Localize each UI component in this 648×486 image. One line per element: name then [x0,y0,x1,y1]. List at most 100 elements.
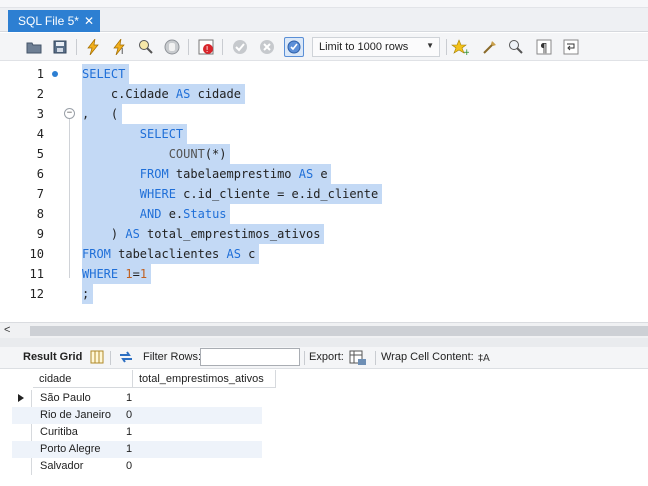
scroll-left-icon[interactable]: < [4,324,10,336]
code-token: tabelaclientes [110,247,227,261]
code-line[interactable]: WHERE 1=1 [82,264,151,284]
commit-icon[interactable] [230,37,250,57]
code-token: e. [161,207,184,221]
execute-icon[interactable] [83,37,103,57]
code-line[interactable]: c.Cidade AS cidade [82,84,245,104]
toolbar-separator [304,351,305,365]
table-row[interactable]: Curitiba 1 [12,424,262,441]
fold-toggle-icon[interactable]: − [64,108,75,119]
result-toolbar: Result Grid Filter Rows: Export: Wrap Ce… [0,347,648,369]
cell-cidade[interactable]: São Paulo [40,390,91,407]
sql-keyword: WHERE [82,267,119,281]
sql-keyword: AND [139,207,162,221]
sql-editor-toolbar: I ! Limit to 1000 rows ▼ + ¶ [0,33,648,61]
cell-cidade[interactable]: Salvador [40,458,83,475]
editor-tab-strip: SQL File 5* ✕ [0,0,648,32]
code-line[interactable]: WHERE c.id_cliente = e.id_cliente [82,184,382,204]
chevron-down-icon: ▼ [426,41,434,50]
sql-function: COUNT [168,147,205,161]
line-number: 2 [0,84,60,104]
line-number: 5 [0,144,60,164]
cell-total-emprestimos-ativos[interactable]: 1 [126,390,132,407]
autocommit-icon[interactable] [284,37,304,57]
sql-keyword: AS [175,87,191,101]
code-token: c [240,247,256,261]
table-row[interactable]: Porto Alegre 1 [12,441,262,458]
code-token: total_emprestimos_ativos [139,227,321,241]
rollback-icon[interactable] [257,37,277,57]
svg-text:!: ! [206,45,209,54]
table-row[interactable]: Rio de Janeiro 0 [12,407,262,424]
code-token: = [132,267,140,281]
svg-text:‡A: ‡A [478,353,490,364]
line-number-text: 2 [36,87,44,101]
stop-icon[interactable] [162,37,182,57]
sql-keyword: SELECT [139,127,184,141]
code-line[interactable]: COUNT(*) [82,144,230,164]
export-icon[interactable] [349,350,367,369]
close-icon[interactable]: ✕ [84,14,94,28]
line-number-text: 6 [36,167,44,181]
refresh-icon[interactable] [118,350,134,367]
column-header-cidade[interactable]: cidade [33,370,133,388]
tab-sql-file-5[interactable]: SQL File 5* ✕ [8,10,100,32]
line-number-text: 12 [29,287,44,301]
window-top-edge [0,0,648,8]
code-line[interactable]: FROM tabelaemprestimo AS e [82,164,331,184]
sql-keyword: AS [125,227,140,241]
cell-cidade[interactable]: Curitiba [40,424,78,441]
find-icon[interactable] [506,37,526,57]
column-header-total-emprestimos-ativos[interactable]: total_emprestimos_ativos [133,370,276,388]
invisible-chars-icon[interactable]: ¶ [534,37,554,57]
line-number: 12 [0,284,60,304]
toggle-error-icon[interactable]: ! [196,37,216,57]
code-line[interactable]: FROM tabelaclientes AS c [82,244,259,264]
limit-rows-select[interactable]: Limit to 1000 rows ▼ [312,37,440,57]
result-grid-label[interactable]: Result Grid [23,351,82,363]
wrap-cell-icon[interactable]: ‡A [477,350,491,367]
open-folder-icon[interactable] [24,37,44,57]
code-token: (*) [204,147,227,161]
code-token: 1 [125,267,133,281]
code-line[interactable]: ) AS total_emprestimos_ativos [82,224,324,244]
grid-view-icon[interactable] [90,350,104,367]
save-icon[interactable] [50,37,70,57]
svg-text:+: + [463,48,469,55]
fold-guide [69,118,70,278]
line-number-text: 5 [36,147,44,161]
wrap-icon[interactable] [561,37,581,57]
cell-cidade[interactable]: Porto Alegre [40,441,101,458]
filter-rows-input[interactable] [200,348,300,366]
cell-total-emprestimos-ativos[interactable]: 0 [126,458,132,475]
beautify-icon[interactable] [480,37,500,57]
current-statement-marker [52,71,58,77]
sql-editor[interactable]: 1 SELECT 2 c.Cidade AS cidade 3 −, ( 4 SELECT… [0,62,648,322]
code-line[interactable]: SELECT [82,64,129,84]
cell-cidade[interactable]: Rio de Janeiro [40,407,111,424]
table-row[interactable]: São Paulo 1 [12,390,262,407]
table-row[interactable]: Salvador 0 [12,458,262,475]
code-token: tabelaemprestimo [168,167,299,181]
code-line[interactable]: SELECT [82,124,187,144]
line-number-text: 3 [36,107,44,121]
scrollbar-thumb[interactable] [30,326,648,336]
line-number: 4 [0,124,60,144]
sql-keyword: AS [226,247,241,261]
line-number: 10 [0,244,60,264]
toolbar-separator [188,39,189,55]
cell-total-emprestimos-ativos[interactable]: 1 [126,441,132,458]
execute-current-icon[interactable]: I [110,37,130,57]
cell-total-emprestimos-ativos[interactable]: 0 [126,407,132,424]
line-number: 7 [0,184,60,204]
bookmark-icon[interactable]: + [450,37,470,57]
editor-horizontal-scrollbar[interactable]: < [0,322,648,338]
code-token: , ( [82,107,119,121]
code-line[interactable]: , ( [82,104,122,124]
cell-total-emprestimos-ativos[interactable]: 1 [126,424,132,441]
code-line[interactable]: AND e.Status [82,204,230,224]
explain-icon[interactable] [136,37,156,57]
toolbar-separator [375,351,376,365]
code-line[interactable]: ; [82,284,93,304]
